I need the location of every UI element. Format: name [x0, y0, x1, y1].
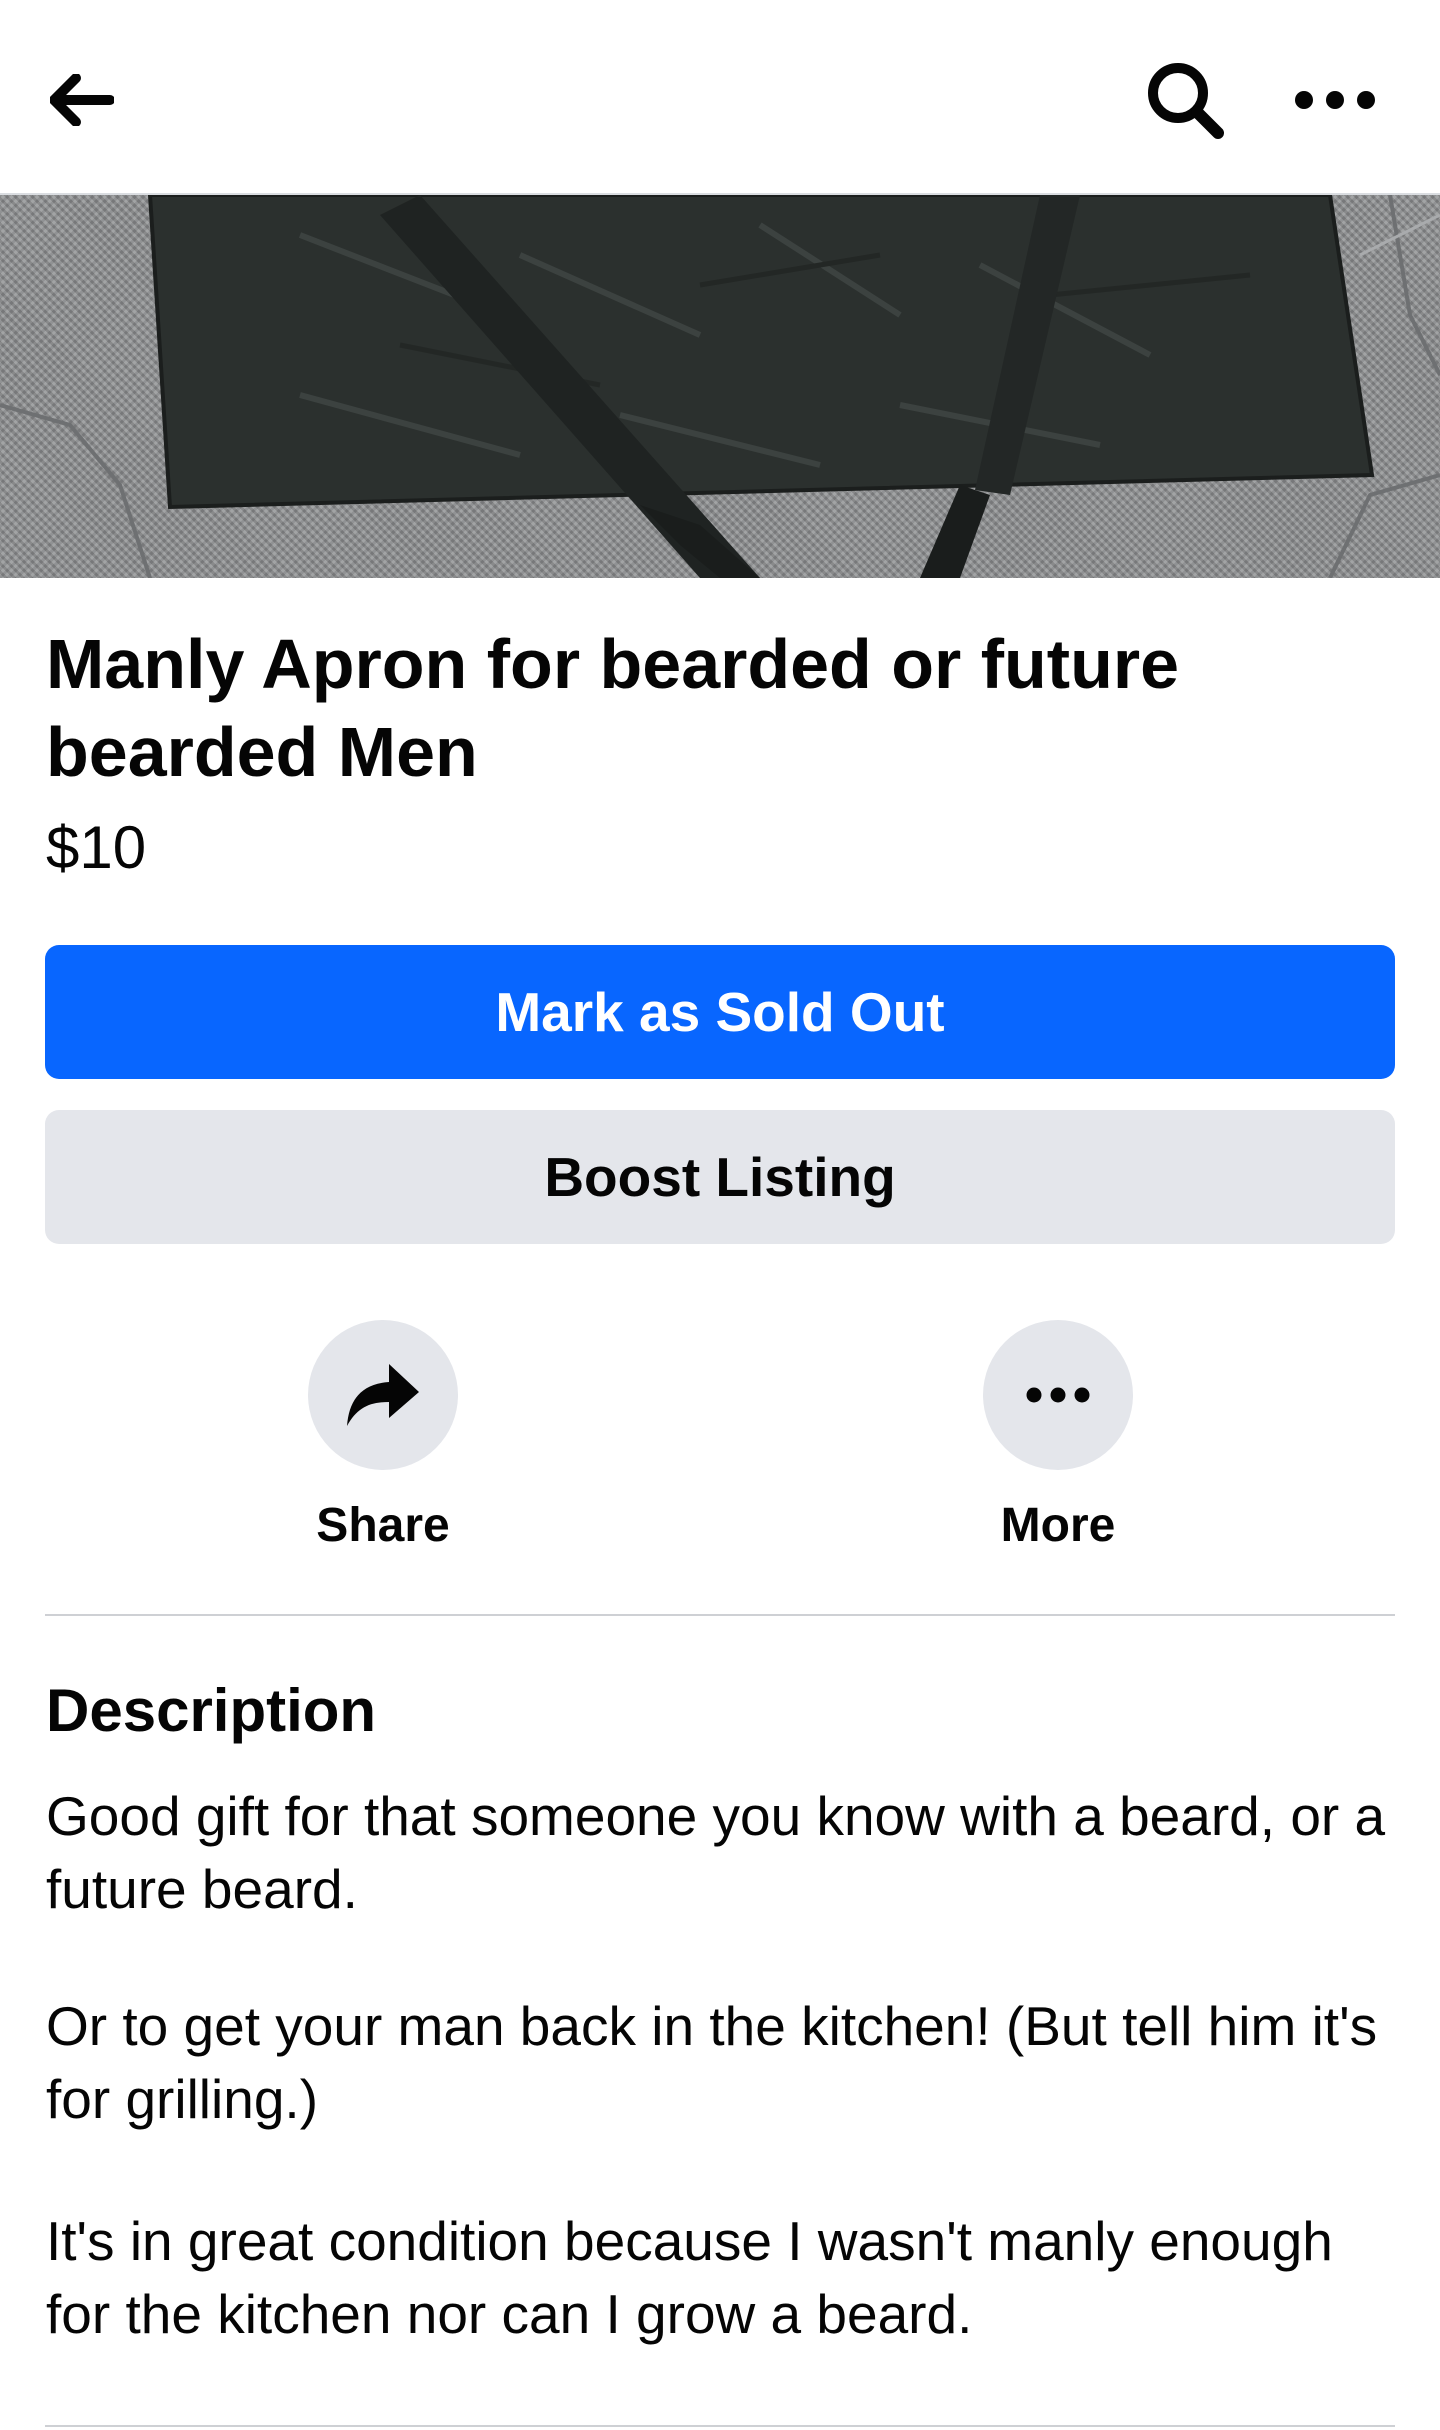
section-divider	[45, 1614, 1395, 1616]
search-button[interactable]	[1130, 45, 1240, 155]
description-paragraph: Good gift for that someone you know with…	[46, 1785, 1386, 1920]
top-navigation-bar	[0, 0, 1440, 195]
listing-photo[interactable]	[0, 195, 1440, 578]
share-button[interactable]	[308, 1320, 458, 1470]
share-arrow-icon	[347, 1364, 419, 1426]
boost-listing-button[interactable]: Boost Listing	[45, 1110, 1395, 1244]
description-paragraph: Or to get your man back in the kitchen! …	[46, 1995, 1378, 2130]
more-horizontal-icon	[1295, 91, 1375, 109]
arrow-left-icon	[50, 74, 114, 126]
share-action[interactable]: Share	[253, 1320, 513, 1554]
more-menu-button[interactable]	[1280, 45, 1390, 155]
mark-as-sold-out-button[interactable]: Mark as Sold Out	[45, 945, 1395, 1079]
more-action[interactable]: More	[928, 1320, 1188, 1554]
section-divider	[45, 2425, 1395, 2427]
more-label: More	[1000, 1499, 1116, 1552]
share-label: Share	[316, 1499, 450, 1552]
listing-price: $10	[46, 814, 147, 881]
description-heading: Description	[46, 1677, 377, 1744]
more-horizontal-icon	[1026, 1387, 1090, 1403]
listing-title: Manly Apron for bearded or future bearde…	[46, 625, 1180, 791]
apron-image	[0, 195, 1440, 578]
back-button[interactable]	[50, 45, 160, 155]
more-button[interactable]	[983, 1320, 1133, 1470]
search-icon	[1148, 63, 1224, 139]
description-paragraph: It's in great condition because I wasn't…	[46, 2210, 1333, 2345]
